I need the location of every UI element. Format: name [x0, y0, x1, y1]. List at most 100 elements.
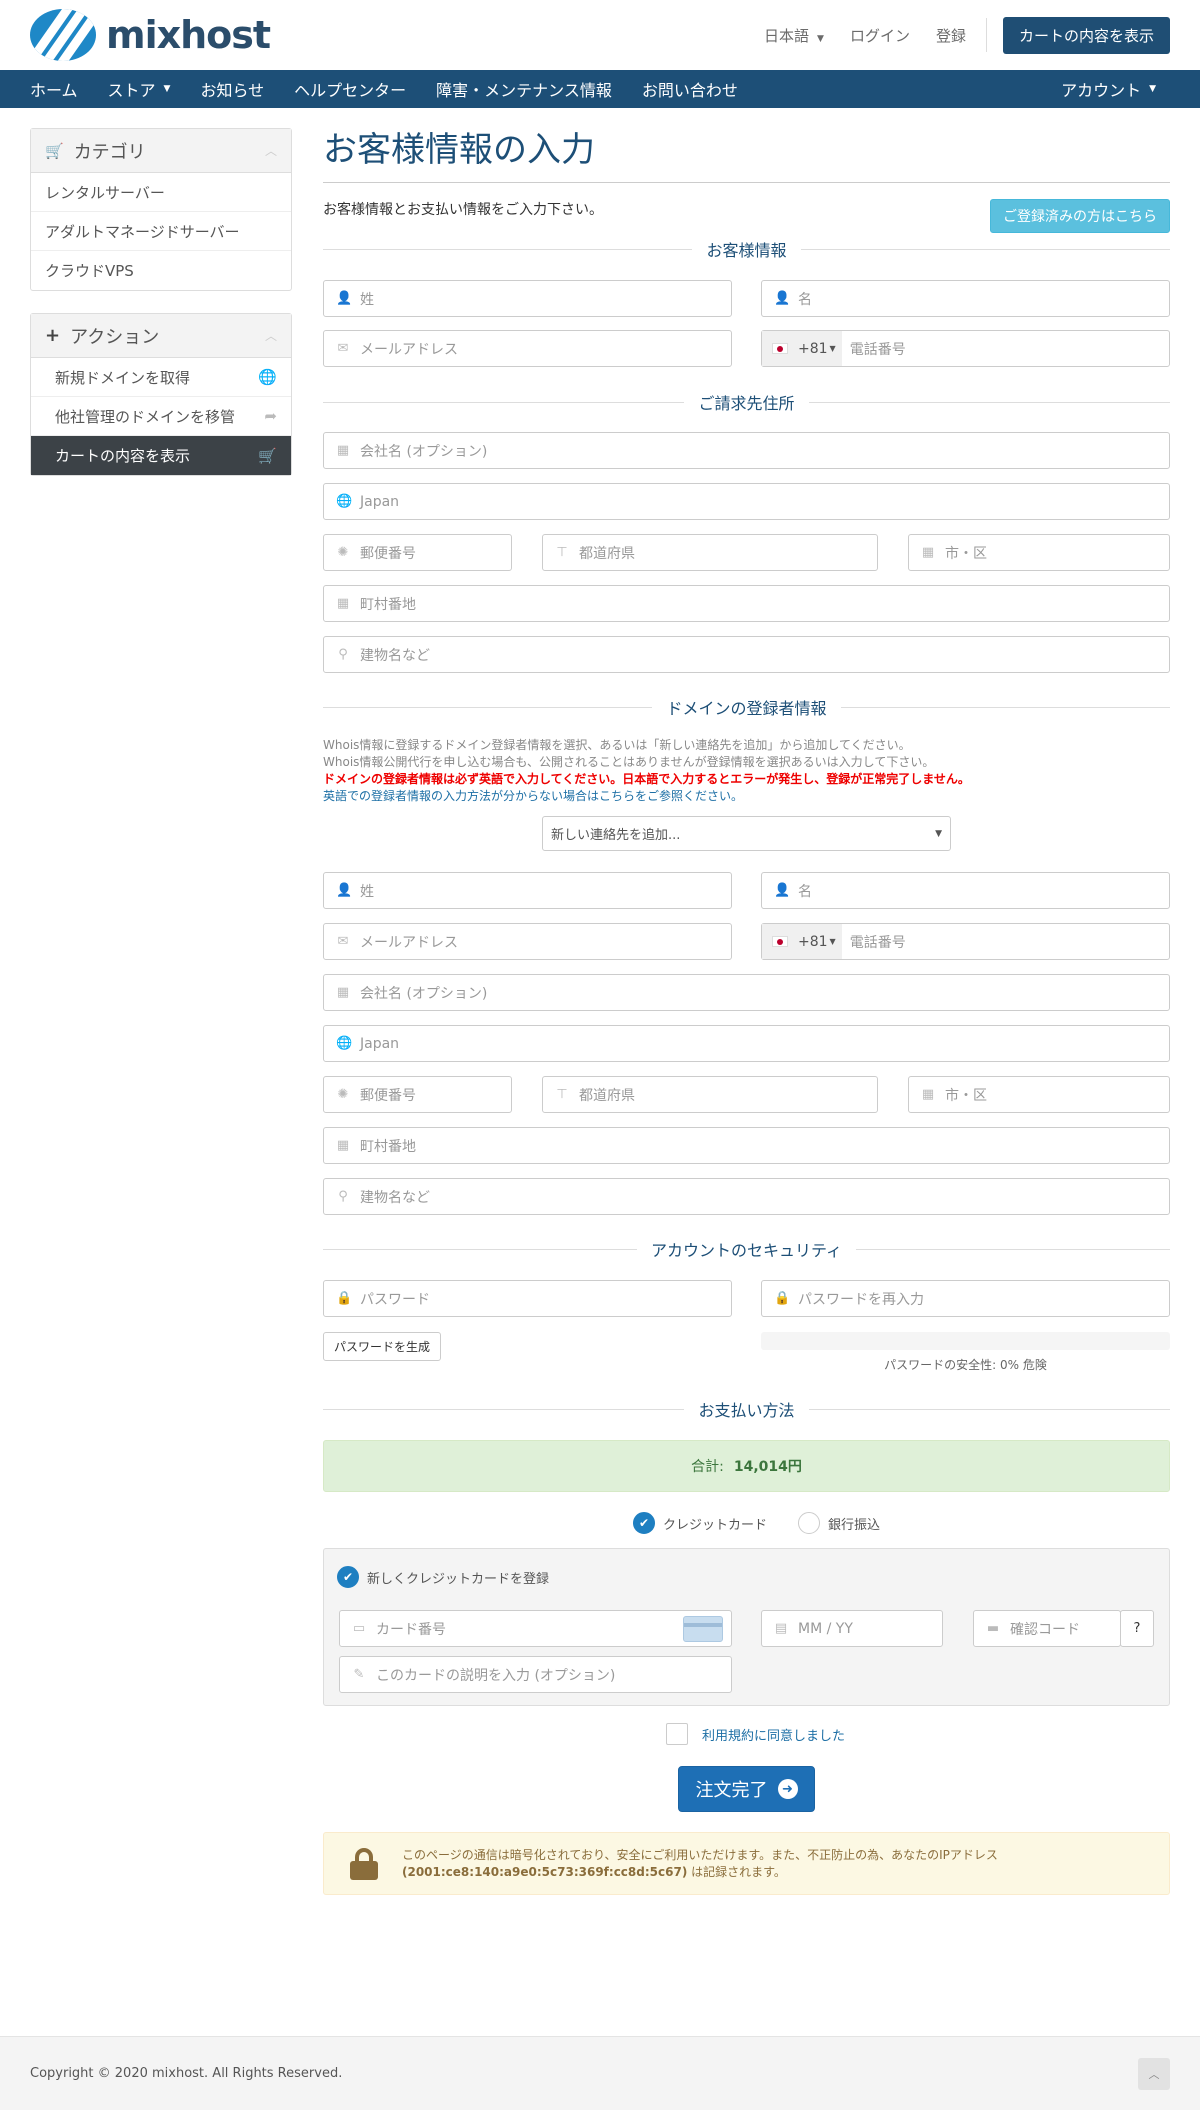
registrant-postcode-input[interactable]: ✺ 郵便番号 — [323, 1076, 512, 1113]
pencil-icon: ✎ — [353, 1667, 365, 1682]
domain-registrant-section: ドメインの登録者情報 — [323, 687, 1170, 727]
language-selector[interactable]: 日本語 ▼ — [764, 25, 824, 46]
registrant-city-input[interactable]: ▦ 市・区 — [908, 1076, 1170, 1113]
building-icon: ▦ — [336, 985, 350, 1000]
accept-tos-checkbox[interactable]: 利用規約に同意しました — [666, 1723, 845, 1745]
card-description-input[interactable]: ✎ このカードの説明を入力 (オプション) — [339, 1656, 732, 1693]
payment-radio-bank-transfer[interactable]: 銀行振込 — [798, 1512, 880, 1534]
certificate-icon: ✺ — [337, 545, 349, 560]
signpost-icon: ⊤ — [556, 545, 568, 560]
registrant-country-select[interactable]: 🌐 Japan — [323, 1025, 1170, 1062]
logo[interactable]: mixhost — [30, 9, 271, 61]
arrow-right-circle-icon: ➜ — [777, 1779, 798, 1799]
company-input[interactable]: ▦ 会社名 (オプション) — [323, 432, 1170, 469]
intro-text: お客様情報とお支払い情報をご入力下さい。 — [323, 202, 603, 218]
card-cvv-input[interactable]: ▬ 確認コード — [973, 1610, 1121, 1647]
ip-address: (2001:ce8:140:a9e0:5c73:369f:cc8d:5c67) — [402, 1864, 688, 1879]
account-security-section: アカウントのセキュリティ — [323, 1229, 1170, 1269]
actions-panel-header[interactable]: + アクション ︿ — [31, 314, 291, 358]
registrant-phone-input[interactable]: +81 ▼ 電話番号 — [761, 923, 1170, 960]
nav-contact[interactable]: お問い合わせ — [642, 77, 738, 101]
card-expiry-input[interactable]: ▤ MM / YY — [761, 1610, 943, 1647]
sidebar-item-transfer-domain[interactable]: 他社管理のドメインを移管 ➦ — [31, 397, 291, 436]
nav-account[interactable]: アカウント ▼ — [1061, 77, 1156, 101]
last-name-input[interactable]: 👤 姓 — [323, 280, 732, 317]
registrant-email-input[interactable]: ✉ メールアドレス — [323, 923, 732, 960]
footer: Copyright © 2020 mixhost. All Rights Res… — [0, 2036, 1200, 2110]
card-type-icon — [683, 1615, 723, 1642]
sidebar-item-register-domain[interactable]: 新規ドメインを取得 🌐 — [31, 358, 291, 397]
credit-card-icon: ▭ — [352, 1621, 366, 1636]
total-value: 14,014円 — [733, 1459, 802, 1475]
registrant-address1-input[interactable]: ▦ 町村番地 — [323, 1127, 1170, 1164]
payment-radio-credit-card[interactable]: ✔ クレジットカード — [633, 1512, 767, 1534]
chevron-up-icon[interactable]: ︿ — [265, 327, 277, 344]
login-link[interactable]: ログイン — [850, 25, 910, 46]
generate-password-button[interactable]: パスワードを生成 — [323, 1332, 442, 1361]
country-code-selector[interactable]: +81 ▼ — [762, 924, 842, 959]
new-card-radio[interactable]: ✔ 新しくクレジットカードを登録 — [337, 1566, 549, 1588]
page-title: お客様情報の入力 — [323, 128, 1170, 183]
address2-input[interactable]: ⚲ 建物名など — [323, 636, 1170, 673]
top-bar: mixhost 日本語 ▼ ログイン 登録 カートの内容を表示 — [0, 0, 1200, 70]
first-name-input[interactable]: 👤 名 — [761, 280, 1170, 317]
cvv-help-button[interactable]: ? — [1120, 1610, 1154, 1647]
whois-help-link[interactable]: 英語での登録者情報の入力方法が分からない場合はこちらをご参照ください。 — [323, 788, 1170, 805]
caret-down-icon: ▼ — [163, 84, 171, 94]
back-to-top-icon[interactable]: ︿ — [1138, 2057, 1170, 2090]
tos-link[interactable]: 利用規約に同意しました — [702, 1725, 845, 1744]
registrant-first-name-input[interactable]: 👤 名 — [761, 872, 1170, 909]
registrant-last-name-input[interactable]: 👤 姓 — [323, 872, 732, 909]
registrant-company-input[interactable]: ▦ 会社名 (オプション) — [323, 974, 1170, 1011]
sidebar-item-rental-server[interactable]: レンタルサーバー — [31, 173, 291, 212]
phone-input[interactable]: +81 ▼ 電話番号 — [761, 330, 1170, 367]
actions-panel: + アクション ︿ 新規ドメインを取得 🌐 他社管理のドメインを移管 ➦ カートの内… — [30, 313, 292, 476]
main-nav: ホーム ストア ▼ お知らせ ヘルプセンター 障害・メンテナンス情報 お問い合わせ… — [0, 70, 1200, 108]
view-cart-button[interactable]: カートの内容を表示 — [1002, 16, 1170, 54]
registrant-prefecture-input[interactable]: ⊤ 都道府県 — [542, 1076, 878, 1113]
categories-panel-header[interactable]: 🛒 カテゴリ ︿ — [31, 129, 291, 173]
whois-instructions: Whois情報に登録するドメイン登録者情報を選択、あるいは「新しい連絡先を追加」… — [323, 737, 1170, 805]
address1-input[interactable]: ▦ 町村番地 — [323, 585, 1170, 622]
total-label: 合計: — [691, 1459, 724, 1475]
nav-announcements[interactable]: お知らせ — [200, 77, 264, 101]
checkbox-empty-icon — [666, 1723, 688, 1745]
register-link[interactable]: 登録 — [936, 25, 966, 46]
city-input[interactable]: ▦ 市・区 — [908, 534, 1170, 571]
secure-notice-suffix: は記録されます。 — [687, 1864, 786, 1879]
sidebar-item-view-cart[interactable]: カートの内容を表示 🛒 — [31, 436, 291, 475]
user-icon: 👤 — [336, 883, 353, 898]
password-confirm-input[interactable]: 🔒 パスワードを再入力 — [761, 1280, 1170, 1317]
secure-notice: このページの通信は暗号化されており、安全にご利用いただけます。また、不正防止の為… — [323, 1832, 1170, 1895]
nav-home[interactable]: ホーム — [30, 77, 78, 101]
sidebar-item-cloud-vps[interactable]: クラウドVPS — [31, 251, 291, 290]
sidebar-item-adult-managed-server[interactable]: アダルトマネージドサーバー — [31, 212, 291, 251]
registrant-contact-select[interactable]: 新しい連絡先を追加... ▼ — [542, 816, 951, 851]
sidebar: 🛒 カテゴリ ︿ レンタルサーバー アダルトマネージドサーバー クラウドVPS … — [30, 128, 292, 498]
caret-down-icon: ▼ — [829, 344, 836, 353]
country-code-selector[interactable]: +81 ▼ — [762, 331, 842, 366]
logo-mark-icon — [30, 9, 96, 61]
chevron-up-icon[interactable]: ︿ — [265, 142, 277, 159]
japan-flag-icon — [772, 343, 788, 354]
card-back-icon: ▬ — [986, 1621, 1000, 1636]
complete-order-button[interactable]: 注文完了 ➜ — [678, 1766, 815, 1812]
email-input[interactable]: ✉ メールアドレス — [323, 330, 732, 367]
postcode-input[interactable]: ✺ 郵便番号 — [323, 534, 512, 571]
existing-customer-login-button[interactable]: ご登録済みの方はこちら — [990, 199, 1170, 233]
country-select[interactable]: 🌐 Japan — [323, 483, 1170, 520]
nav-store[interactable]: ストア ▼ — [108, 77, 171, 101]
password-strength-bar — [761, 1332, 1170, 1350]
nav-network-status[interactable]: 障害・メンテナンス情報 — [436, 77, 612, 101]
map-marker-icon: ⚲ — [338, 647, 348, 662]
prefecture-input[interactable]: ⊤ 都道府県 — [542, 534, 878, 571]
password-input[interactable]: 🔒 パスワード — [323, 1280, 732, 1317]
registrant-address2-input[interactable]: ⚲ 建物名など — [323, 1178, 1170, 1215]
categories-panel: 🛒 カテゴリ ︿ レンタルサーバー アダルトマネージドサーバー クラウドVPS — [30, 128, 292, 291]
card-number-input[interactable]: ▭ カード番号 — [339, 1610, 732, 1647]
section-title-payment-method: お支払い方法 — [323, 1389, 1170, 1429]
whois-line-2: Whois情報公開代行を申し込む場合も、公開されることはありませんが登録情報を選… — [323, 755, 935, 769]
map-marker-icon: ⚲ — [338, 1189, 348, 1204]
nav-help-center[interactable]: ヘルプセンター — [294, 77, 406, 101]
radio-empty-icon — [798, 1512, 820, 1534]
